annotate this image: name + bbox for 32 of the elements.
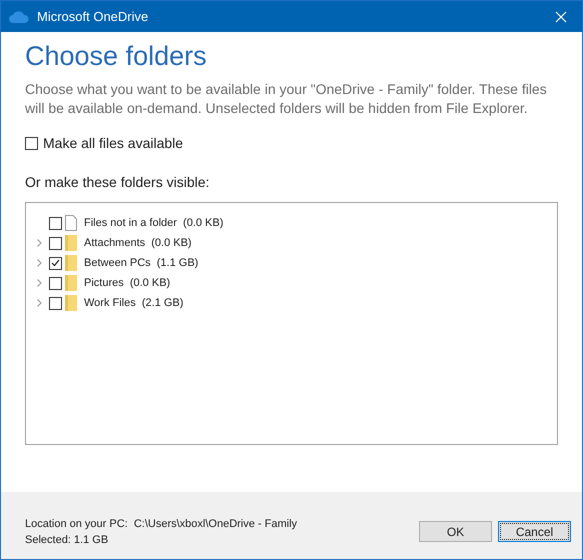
- window-title: Microsoft OneDrive: [37, 8, 148, 26]
- folder-icon: [65, 235, 77, 251]
- checkbox[interactable]: [49, 296, 62, 310]
- description: Choose what you want to be available in your "OneDrive - Family" folder. These files will be available on-demand. Unselected folders will be hidden from File Explorer.: [25, 80, 548, 118]
- folder-item-label: Attachments (0.0 KB): [84, 236, 192, 251]
- checkbox[interactable]: [25, 137, 38, 150]
- checkmark-icon: [51, 259, 60, 267]
- folder-item-label: Between PCs (1.1 GB): [84, 256, 198, 271]
- expand-chevron-icon[interactable]: [37, 239, 42, 247]
- checkbox[interactable]: [49, 236, 62, 250]
- expand-chevron-icon[interactable]: [37, 299, 42, 307]
- expand-chevron-icon[interactable]: [37, 279, 42, 287]
- folder-item-label: Pictures (0.0 KB): [84, 276, 170, 291]
- heading: Choose folders: [25, 40, 208, 73]
- checkbox-label: Make all files available: [43, 134, 184, 153]
- dialog-button[interactable]: Cancel: [498, 521, 571, 542]
- checkbox[interactable]: [49, 256, 62, 270]
- dialog-button[interactable]: OK: [419, 521, 492, 542]
- expand-chevron-icon[interactable]: [37, 259, 42, 267]
- checkbox[interactable]: [49, 276, 62, 290]
- cloud-icon: [9, 10, 29, 22]
- checkbox[interactable]: [49, 216, 62, 230]
- section-label: Or make these folders visible:: [25, 173, 210, 192]
- close-icon: [555, 10, 567, 22]
- location-text: Location on your PC: C:\Users\xboxl\OneDrive - Family: [25, 516, 298, 532]
- folder-icon: [65, 275, 77, 291]
- folder-item-label: Work Files (2.1 GB): [84, 296, 184, 311]
- folder-icon: [65, 295, 77, 311]
- selected-size-text: Selected: 1.1 GB: [25, 532, 110, 548]
- folder-item-label: Files not in a folder (0.0 KB): [84, 216, 224, 231]
- document-icon: [65, 215, 77, 231]
- folder-icon: [65, 255, 77, 271]
